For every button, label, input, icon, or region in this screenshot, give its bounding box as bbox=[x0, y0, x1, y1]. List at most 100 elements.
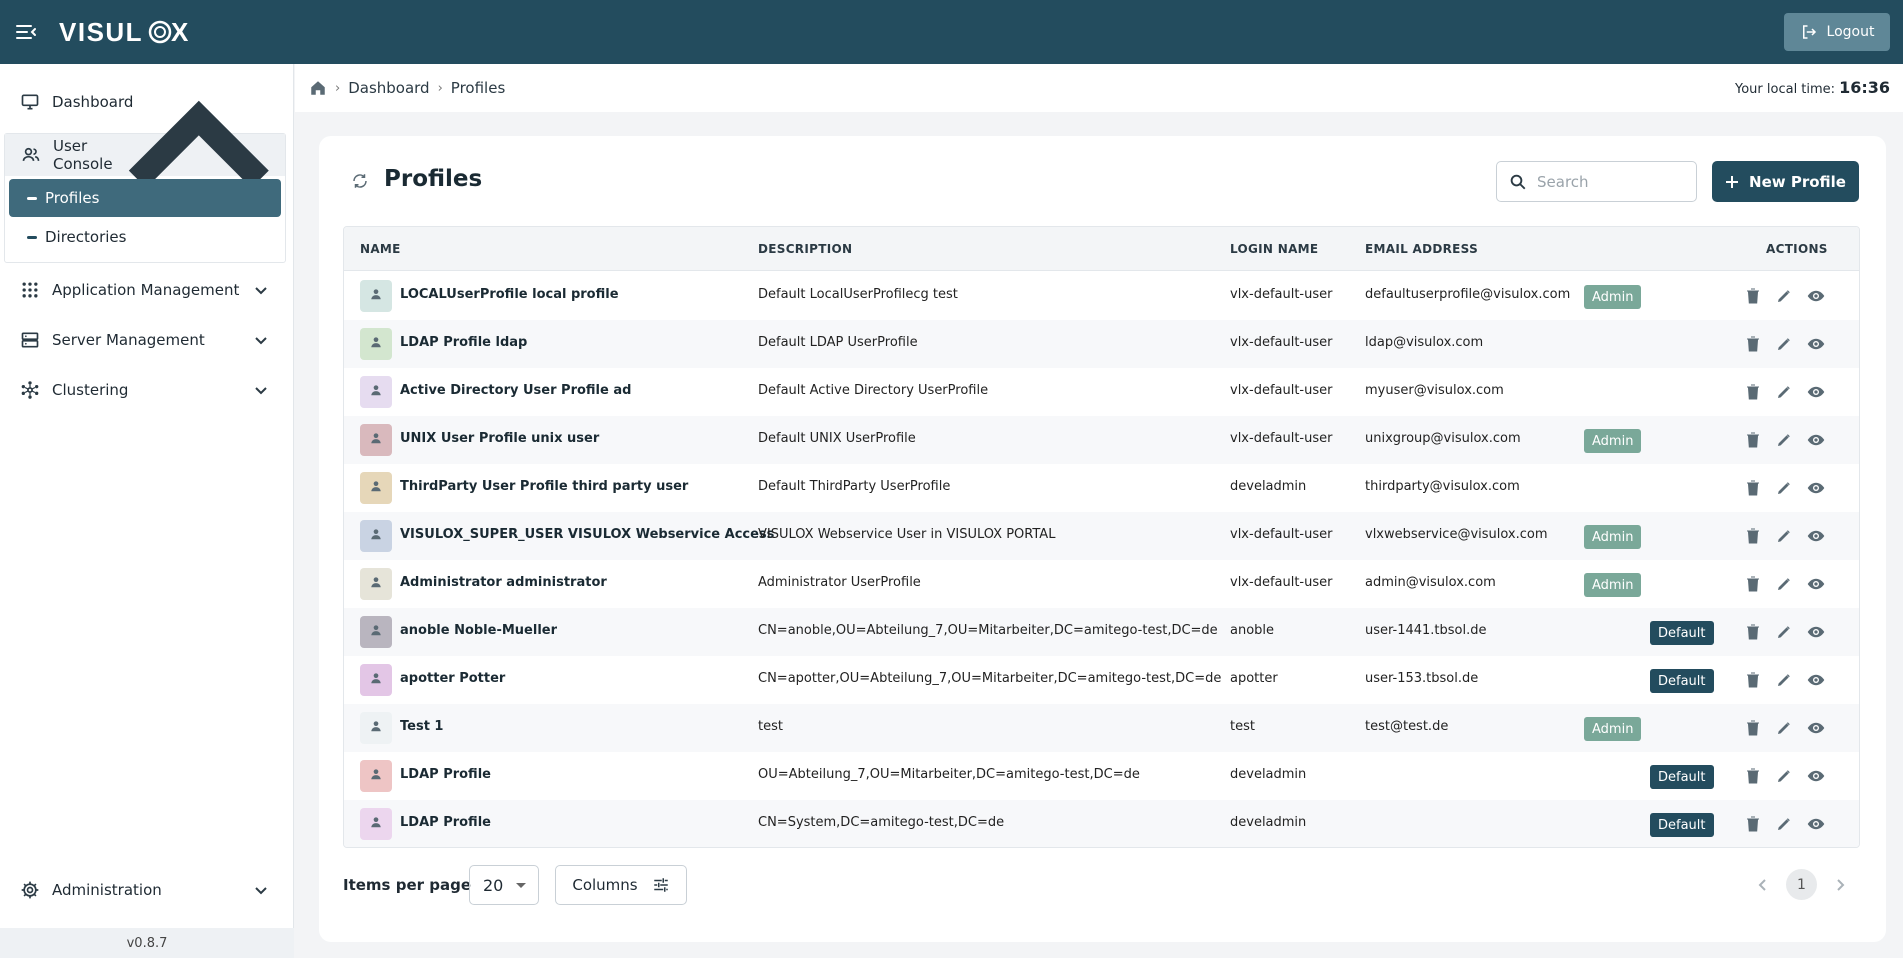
column-header-email[interactable]: EMAIL ADDRESS bbox=[1365, 242, 1478, 256]
profiles-card: Profiles New Profile NAME DESCRIPTION LO… bbox=[319, 136, 1886, 942]
edit-icon[interactable] bbox=[1775, 335, 1793, 353]
edit-icon[interactable] bbox=[1775, 431, 1793, 449]
table-row[interactable]: Test 1 test test test@test.de Admin bbox=[344, 704, 1859, 752]
view-icon[interactable] bbox=[1807, 479, 1825, 497]
user-console-group: User Console Profiles Directories bbox=[4, 100, 286, 263]
columns-label: Columns bbox=[572, 876, 638, 894]
sidebar-item-server-management[interactable]: Server Management bbox=[4, 319, 286, 361]
sidebar-item-label: Server Management bbox=[52, 331, 205, 349]
delete-icon[interactable] bbox=[1744, 527, 1762, 545]
top-bar: VISUL X Logout bbox=[0, 0, 1903, 64]
view-icon[interactable] bbox=[1807, 623, 1825, 641]
menu-toggle-icon[interactable] bbox=[14, 20, 38, 44]
edit-icon[interactable] bbox=[1775, 479, 1793, 497]
table-row[interactable]: LDAP Profile CN=System,DC=amitego-test,DC… bbox=[344, 800, 1859, 847]
edit-icon[interactable] bbox=[1775, 383, 1793, 401]
avatar bbox=[360, 328, 392, 360]
view-icon[interactable] bbox=[1807, 719, 1825, 737]
status-badge: Admin bbox=[1584, 285, 1642, 309]
profile-email: myuser@visulox.com bbox=[1365, 383, 1504, 398]
user-icon bbox=[369, 527, 383, 545]
edit-icon[interactable] bbox=[1775, 623, 1793, 641]
table-row[interactable]: LDAP Profile ldap Default LDAP UserProfil… bbox=[344, 320, 1859, 368]
view-icon[interactable] bbox=[1807, 575, 1825, 593]
edit-icon[interactable] bbox=[1775, 815, 1793, 833]
delete-icon[interactable] bbox=[1744, 767, 1762, 785]
profile-email: test@test.de bbox=[1365, 719, 1449, 734]
column-header-description[interactable]: DESCRIPTION bbox=[758, 242, 852, 256]
view-icon[interactable] bbox=[1807, 815, 1825, 833]
table-row[interactable]: UNIX User Profile unix user Default UNIX … bbox=[344, 416, 1859, 464]
table-row[interactable]: ThirdParty User Profile third party user… bbox=[344, 464, 1859, 512]
edit-icon[interactable] bbox=[1775, 671, 1793, 689]
table-row[interactable]: VISULOX_SUPER_USER VISULOX Webservice Ac… bbox=[344, 512, 1859, 560]
new-profile-button[interactable]: New Profile bbox=[1712, 161, 1859, 202]
edit-icon[interactable] bbox=[1775, 767, 1793, 785]
view-icon[interactable] bbox=[1807, 287, 1825, 305]
sidebar-item-application-management[interactable]: Application Management bbox=[4, 269, 286, 311]
profile-description: Default LDAP UserProfile bbox=[758, 335, 918, 350]
view-icon[interactable] bbox=[1807, 671, 1825, 689]
profile-login: vlx-default-user bbox=[1230, 287, 1333, 302]
server-icon bbox=[20, 330, 40, 350]
edit-icon[interactable] bbox=[1775, 575, 1793, 593]
edit-icon[interactable] bbox=[1775, 527, 1793, 545]
profile-email: user-1441.tbsol.de bbox=[1365, 623, 1487, 638]
profile-description: Administrator UserProfile bbox=[758, 575, 921, 590]
profile-email: user-153.tbsol.de bbox=[1365, 671, 1479, 686]
new-profile-label: New Profile bbox=[1749, 172, 1846, 191]
items-per-page-select[interactable]: 20 bbox=[469, 865, 539, 905]
delete-icon[interactable] bbox=[1744, 575, 1762, 593]
search-icon bbox=[1510, 174, 1526, 189]
avatar bbox=[360, 472, 392, 504]
home-icon[interactable] bbox=[309, 79, 327, 97]
chevron-left-icon[interactable] bbox=[1756, 877, 1770, 893]
breadcrumb-dashboard[interactable]: Dashboard bbox=[348, 79, 429, 97]
profile-description: CN=anoble,OU=Abteilung_7,OU=Mitarbeiter,… bbox=[758, 623, 1218, 638]
view-icon[interactable] bbox=[1807, 431, 1825, 449]
columns-button[interactable]: Columns bbox=[555, 865, 687, 905]
delete-icon[interactable] bbox=[1744, 815, 1762, 833]
logout-button[interactable]: Logout bbox=[1784, 13, 1890, 51]
page-number-button[interactable]: 1 bbox=[1786, 869, 1817, 900]
view-icon[interactable] bbox=[1807, 383, 1825, 401]
sidebar-item-administration[interactable]: Administration bbox=[4, 869, 286, 911]
delete-icon[interactable] bbox=[1744, 671, 1762, 689]
delete-icon[interactable] bbox=[1744, 479, 1762, 497]
sidebar-item-user-console[interactable]: User Console bbox=[5, 100, 285, 189]
table-row[interactable]: LDAP Profile OU=Abteilung_7,OU=Mitarbeite… bbox=[344, 752, 1859, 800]
sidebar-item-label: Directories bbox=[45, 228, 127, 246]
column-header-name[interactable]: NAME bbox=[360, 242, 401, 256]
sidebar-item-profiles[interactable]: Profiles bbox=[9, 179, 281, 217]
sidebar-item-clustering[interactable]: Clustering bbox=[4, 369, 286, 411]
search-input[interactable] bbox=[1537, 172, 1687, 191]
view-icon[interactable] bbox=[1807, 767, 1825, 785]
edit-icon[interactable] bbox=[1775, 287, 1793, 305]
table-row[interactable]: LOCALUserProfile local profile Default Lo… bbox=[344, 272, 1859, 320]
edit-icon[interactable] bbox=[1775, 719, 1793, 737]
table-row[interactable]: anoble Noble-Mueller CN=anoble,OU=Abteilu… bbox=[344, 608, 1859, 656]
delete-icon[interactable] bbox=[1744, 335, 1762, 353]
delete-icon[interactable] bbox=[1744, 431, 1762, 449]
profile-login: develadmin bbox=[1230, 815, 1307, 830]
delete-icon[interactable] bbox=[1744, 383, 1762, 401]
view-icon[interactable] bbox=[1807, 335, 1825, 353]
sliders-icon bbox=[653, 878, 668, 892]
column-header-login[interactable]: LOGIN NAME bbox=[1230, 242, 1318, 256]
table-row[interactable]: apotter Potter CN=apotter,OU=Abteilung_7,… bbox=[344, 656, 1859, 704]
version-label: v0.8.7 bbox=[0, 928, 294, 958]
table-row[interactable]: Administrator administrator Administrator… bbox=[344, 560, 1859, 608]
profile-description: CN=apotter,OU=Abteilung_7,OU=Mitarbeiter… bbox=[758, 671, 1222, 686]
refresh-icon[interactable] bbox=[351, 172, 369, 190]
table-row[interactable]: Active Directory User Profile ad Default … bbox=[344, 368, 1859, 416]
delete-icon[interactable] bbox=[1744, 719, 1762, 737]
profile-login: develadmin bbox=[1230, 767, 1307, 782]
delete-icon[interactable] bbox=[1744, 287, 1762, 305]
view-icon[interactable] bbox=[1807, 527, 1825, 545]
sidebar-item-directories[interactable]: Directories bbox=[9, 218, 281, 256]
chevron-right-icon[interactable] bbox=[1833, 877, 1847, 893]
profile-description: Default LocalUserProfilecg test bbox=[758, 287, 958, 302]
breadcrumb-separator: › bbox=[335, 80, 341, 96]
delete-icon[interactable] bbox=[1744, 623, 1762, 641]
profile-email: admin@visulox.com bbox=[1365, 575, 1496, 590]
